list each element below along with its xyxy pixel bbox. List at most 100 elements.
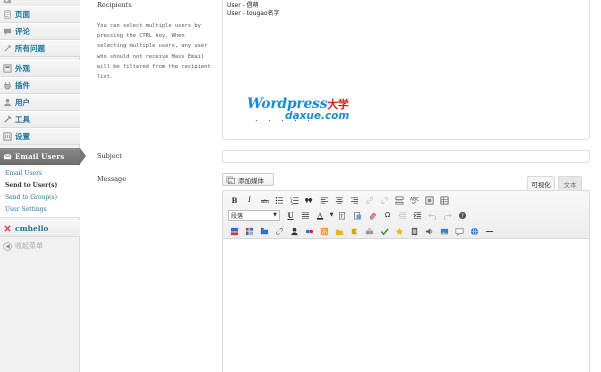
sidebar-item-settings[interactable]: 设置 [0,128,80,145]
undo-icon[interactable] [426,209,439,222]
outdent-icon[interactable] [396,209,409,222]
collapse-menu-button[interactable]: ◀ 收起菜单 [3,241,43,251]
watermark-line2: daxue.com [285,110,350,122]
submenu-send-to-users[interactable]: Send to User(s) [5,182,57,189]
subject-label: Subject [97,152,122,160]
audio-icon[interactable] [423,225,436,238]
plugin-image-icon[interactable] [438,225,451,238]
subject-input[interactable] [222,150,590,163]
collapse-arrow-icon: ◀ [3,241,12,251]
text-color-arrow-icon[interactable]: ▼ [329,209,334,222]
format-select[interactable]: 段落 ▼ [228,209,280,221]
sidebar-item-tools[interactable]: 工具 [0,111,80,128]
checkmark-icon[interactable] [378,225,391,238]
align-left-button[interactable] [318,194,331,207]
settings-icon [3,132,12,141]
svg-text:?: ? [461,213,464,219]
sidebar-item-label: 插件 [15,81,30,90]
sidebar-item-label: cmhello [15,224,49,233]
help-icon[interactable]: ? [456,209,469,222]
active-menu-arrow [80,148,86,164]
question-icon [3,44,12,53]
cmhello-icon [3,224,12,233]
bullet-list-button[interactable] [273,194,286,207]
sidebar-item-label: 所有问题 [15,44,45,53]
plugin-globe-icon[interactable] [468,225,481,238]
tab-visual[interactable]: 可视化 [527,176,555,190]
blockquote-button[interactable] [303,194,316,207]
sidebar-item-cmhello[interactable]: cmhello [0,220,80,237]
svg-text:ABC: ABC [410,196,419,202]
plugin-icon [3,81,12,90]
special-character-icon[interactable]: Ω [381,209,394,222]
tools-icon [3,115,12,124]
editor-toolbar: B I abc ABC 段落 ▼ U A ▼ T Ω [223,191,589,239]
plugin-folder-icon[interactable] [333,225,346,238]
sidebar-item-label: 用户 [15,98,30,107]
plugin-printer-icon[interactable] [363,225,376,238]
plugin-flickr-icon[interactable] [303,225,316,238]
rss-icon[interactable] [318,225,331,238]
star-icon[interactable] [393,225,406,238]
paste-text-icon[interactable]: T [336,209,349,222]
plugin-grid-icon[interactable] [243,225,256,238]
plugin-layout-icon[interactable] [228,225,241,238]
plugin-chain-icon[interactable] [273,225,286,238]
users-icon [3,98,12,107]
link-icon[interactable] [363,194,376,207]
sidebar-item-pages[interactable]: 页面 [0,6,80,23]
submenu-send-to-groups[interactable]: Send to Group(s) [5,194,57,201]
recipients-help-text: You can select multiple users by pressin… [97,23,211,81]
italic-button[interactable]: I [243,194,256,207]
sidebar-item-questions[interactable]: 所有问题 [0,40,80,57]
insert-more-button[interactable] [393,194,406,207]
text-color-button[interactable]: A [314,209,327,222]
plugin-tabs-icon[interactable] [258,225,271,238]
plugin-film-icon[interactable] [408,225,421,238]
tab-text[interactable]: 文本 [558,176,582,190]
speech-bubble-icon[interactable] [453,225,466,238]
recipients-label: Recipients [97,1,132,9]
email-icon [3,152,12,161]
strikethrough-button[interactable]: abc [258,194,271,207]
sidebar-item-users[interactable]: 用户 [0,94,80,111]
horizontal-rule-icon[interactable] [483,225,496,238]
wordpress-daxue-watermark: Wordpress大学 . . . . . daxue.com [247,96,372,126]
toolbar-toggle-icon[interactable] [438,194,451,207]
format-select-value: 段落 [231,212,244,220]
unlink-icon[interactable] [378,194,391,207]
add-media-icon [226,176,235,184]
chevron-down-icon: ▼ [273,212,277,218]
plugin-user-icon[interactable] [288,225,301,238]
align-right-button[interactable] [348,194,361,207]
message-editor: B I abc ABC 段落 ▼ U A ▼ T Ω [222,190,590,372]
svg-text:abc: abc [261,199,269,205]
indent-icon[interactable] [411,209,424,222]
sidebar-item-appearance[interactable]: 外观 [0,60,80,77]
submenu-email-users[interactable]: Email Users [5,170,42,177]
recipient-option[interactable]: User - tougao名字 [227,8,280,17]
collapse-menu-label: 收起菜单 [15,242,43,250]
sidebar-item-comments[interactable]: 评论 [0,23,80,40]
sidebar-item-email-users[interactable]: Email Users [0,148,86,165]
sidebar-item-label: 设置 [15,132,30,141]
add-media-button[interactable]: 添加媒体 [222,173,274,186]
message-textarea[interactable] [223,240,589,372]
submenu-user-settings[interactable]: User Settings [5,206,47,213]
spellcheck-icon[interactable]: ABC [408,194,421,207]
appearance-icon [3,64,12,73]
clear-formatting-icon[interactable] [366,209,379,222]
underline-button[interactable]: U [284,209,297,222]
justify-button[interactable] [299,209,312,222]
bold-button[interactable]: B [228,194,241,207]
redo-icon[interactable] [441,209,454,222]
numbered-list-button[interactable] [288,194,301,207]
align-center-button[interactable] [333,194,346,207]
sidebar-item-plugins[interactable]: 插件 [0,77,80,94]
sidebar-item-label: 页面 [15,10,30,19]
plugin-bookmark-icon[interactable] [348,225,361,238]
paste-word-icon[interactable] [351,209,364,222]
message-label: Message [97,175,127,183]
page-icon [3,10,12,19]
fullscreen-icon[interactable] [423,194,436,207]
